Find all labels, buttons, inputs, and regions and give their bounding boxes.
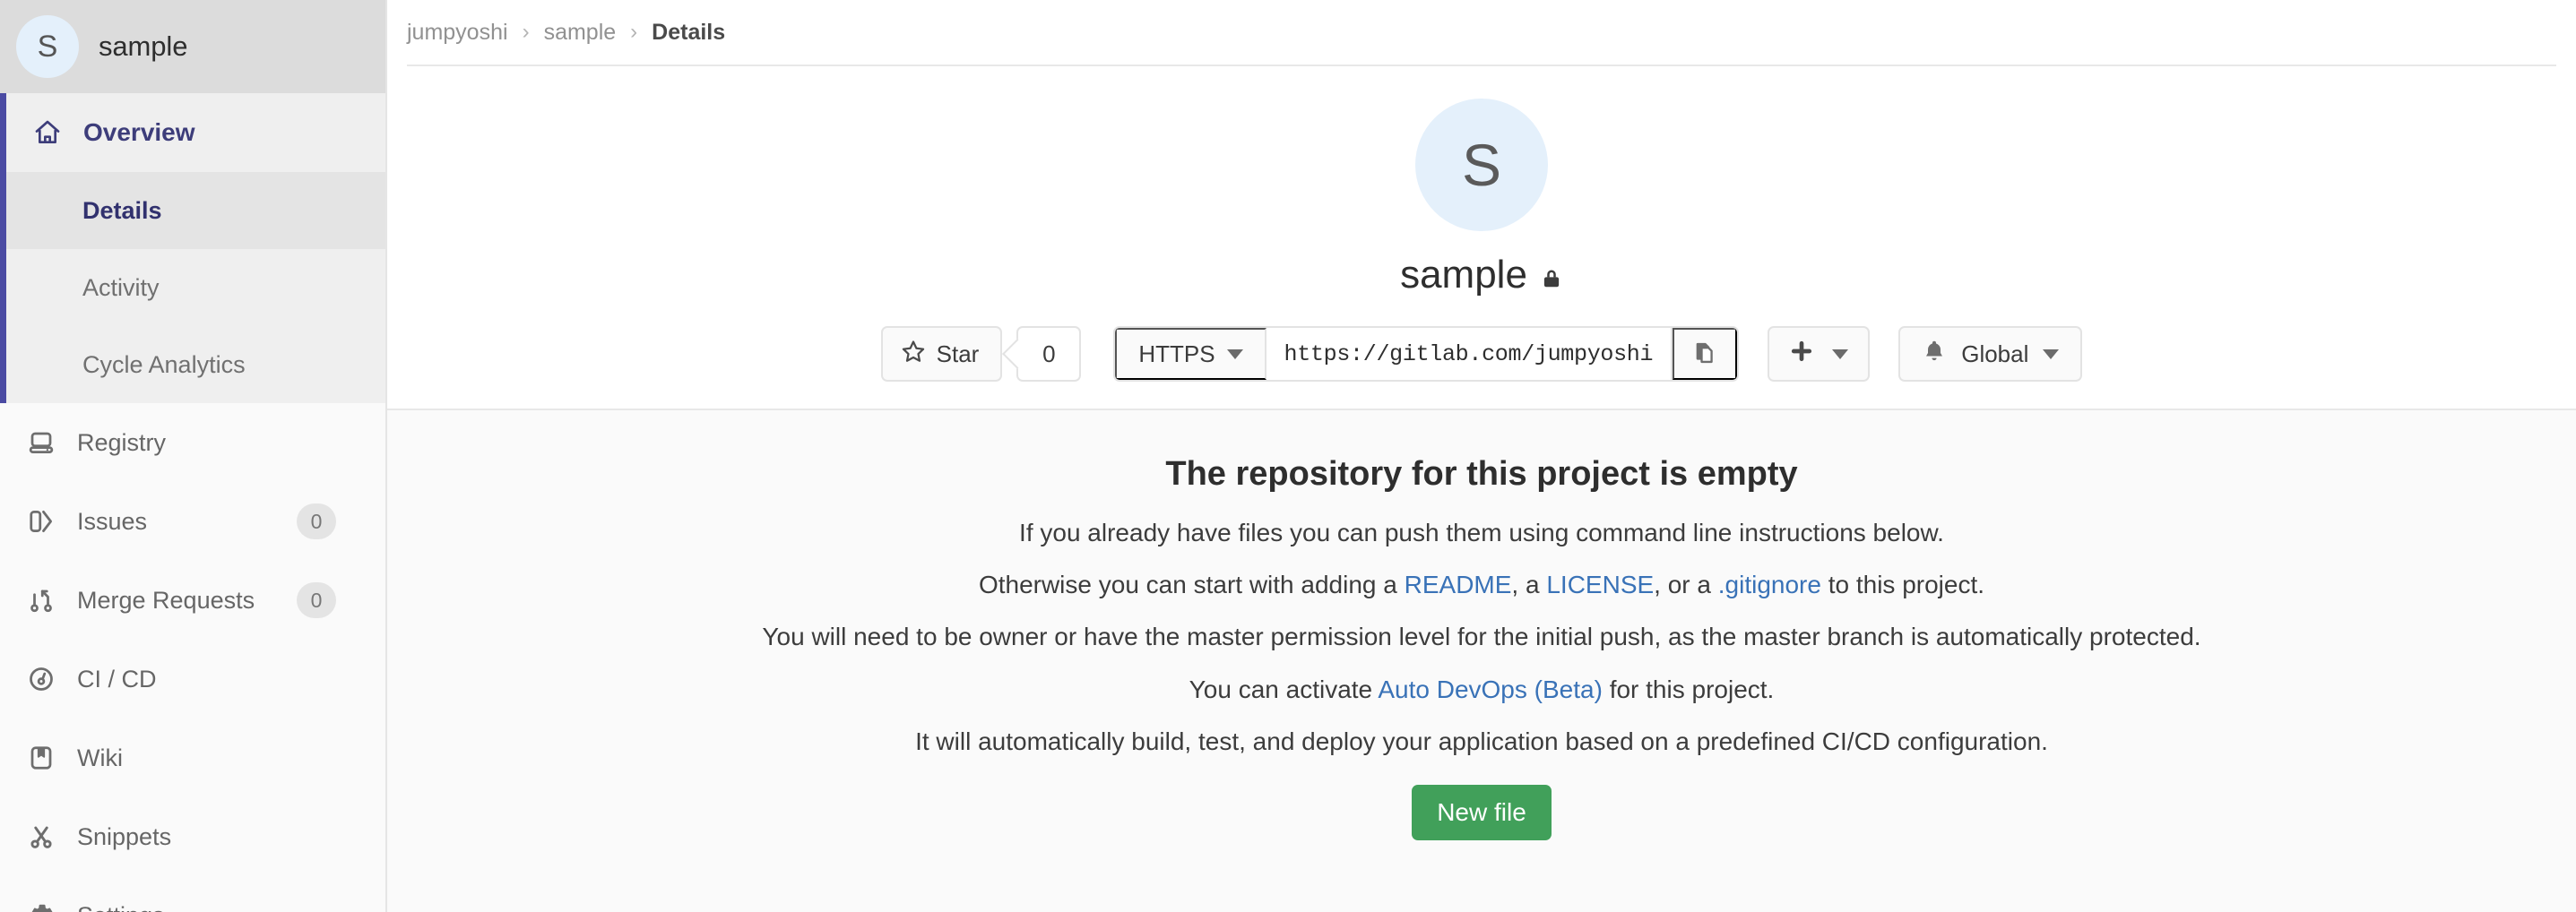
sidebar-item-label: CI / CD — [77, 666, 157, 693]
sidebar-item-settings[interactable]: Settings — [0, 876, 385, 912]
star-count[interactable]: 0 — [1016, 326, 1081, 382]
notification-dropdown-button[interactable]: Global — [1898, 326, 2082, 382]
breadcrumb-project-link[interactable]: sample — [544, 20, 617, 46]
sidebar-item-label: Issues — [77, 508, 147, 536]
line2-prefix: Otherwise you can start with adding a — [979, 571, 1405, 598]
line2-suffix: to this project. — [1821, 571, 1984, 598]
chevron-down-icon — [2043, 349, 2059, 359]
sidebar-item-snippets[interactable]: Snippets — [0, 797, 385, 876]
sidebar-item-label: Overview — [83, 118, 195, 147]
breadcrumb: jumpyoshi › sample › Details — [387, 0, 2576, 65]
license-link[interactable]: LICENSE — [1546, 571, 1654, 598]
sidebar-item-merge-requests[interactable]: Merge Requests 0 — [0, 561, 385, 640]
sidebar-item-label: Cycle Analytics — [82, 351, 246, 379]
sidebar-item-details[interactable]: Details — [6, 172, 385, 249]
line2-mid-2: , or a — [1654, 571, 1718, 598]
sidebar-project-avatar: S — [16, 15, 79, 78]
project-action-toolbar: Star 0 HTTPS https://gitlab.com/jumpyosh… — [881, 326, 2083, 382]
project-header: S sample Star — [387, 66, 2576, 409]
project-title-text: sample — [1400, 253, 1527, 297]
sidebar-item-overview[interactable]: Overview — [6, 93, 385, 172]
sidebar-item-label: Activity — [82, 274, 160, 302]
notification-label: Global — [1961, 340, 2028, 368]
sidebar-badge-issues: 0 — [297, 503, 336, 539]
chevron-down-icon — [1832, 349, 1848, 359]
project-sidebar: S sample Overview Details Activity — [0, 0, 387, 912]
sidebar-item-cycle-analytics[interactable]: Cycle Analytics — [6, 326, 385, 403]
main-content: jumpyoshi › sample › Details S sample — [387, 0, 2576, 912]
sidebar-item-label: Details — [82, 197, 162, 225]
bell-icon — [1922, 339, 1947, 370]
breadcrumb-group-link[interactable]: jumpyoshi — [407, 20, 508, 46]
line4-suffix: for this project. — [1603, 675, 1774, 703]
breadcrumb-current: Details — [652, 20, 725, 46]
line4-prefix: You can activate — [1189, 675, 1379, 703]
sidebar-item-label: Settings — [77, 902, 165, 912]
empty-state-line-3: You will need to be owner or have the ma… — [387, 623, 2576, 651]
gear-icon — [26, 900, 56, 912]
star-icon — [901, 339, 926, 370]
issues-icon — [26, 506, 56, 537]
empty-state-line-5: It will automatically build, test, and d… — [387, 727, 2576, 756]
breadcrumb-separator-icon: › — [616, 20, 652, 45]
star-button-label: Star — [937, 340, 980, 368]
sidebar-badge-merge-requests: 0 — [297, 582, 336, 618]
sidebar-project-header[interactable]: S sample — [0, 0, 385, 93]
readme-link[interactable]: README — [1405, 571, 1512, 598]
page-title: sample — [1400, 253, 1563, 297]
home-icon — [32, 117, 63, 148]
empty-state-line-2: Otherwise you can start with adding a RE… — [387, 571, 2576, 599]
clone-url-group: HTTPS https://gitlab.com/jumpyoshi — [1113, 326, 1739, 382]
sidebar-item-label: Merge Requests — [77, 587, 255, 615]
sidebar-item-issues[interactable]: Issues 0 — [0, 482, 385, 561]
registry-icon — [26, 427, 56, 458]
auto-devops-link[interactable]: Auto DevOps (Beta) — [1378, 675, 1603, 703]
empty-state-line-4: You can activate Auto DevOps (Beta) for … — [387, 675, 2576, 704]
sidebar-item-registry[interactable]: Registry — [0, 403, 385, 482]
empty-state-line-1: If you already have files you can push t… — [387, 519, 2576, 547]
scissors-icon — [26, 822, 56, 852]
breadcrumb-separator-icon: › — [508, 20, 544, 45]
gitignore-link[interactable]: .gitignore — [1718, 571, 1821, 598]
sidebar-overview-group: Overview Details Activity Cycle Analytic… — [0, 93, 385, 403]
empty-repository-panel: The repository for this project is empty… — [387, 409, 2576, 912]
clipboard-icon — [1692, 340, 1717, 369]
project-avatar: S — [1415, 99, 1548, 231]
clone-protocol-label: HTTPS — [1138, 340, 1215, 368]
clone-url-input[interactable]: https://gitlab.com/jumpyoshi — [1266, 328, 1673, 380]
star-button[interactable]: Star — [881, 326, 1003, 382]
line2-mid-1: , a — [1511, 571, 1546, 598]
book-icon — [26, 743, 56, 773]
empty-state-title: The repository for this project is empty — [387, 455, 2576, 494]
sidebar-item-label: Snippets — [77, 823, 171, 851]
copy-url-button[interactable] — [1673, 328, 1737, 380]
chevron-down-icon — [1227, 349, 1243, 359]
sidebar-item-label: Wiki — [77, 744, 123, 772]
lock-icon — [1540, 259, 1563, 291]
gitlab-project-page: S sample Overview Details Activity — [0, 0, 2576, 912]
merge-request-icon — [26, 585, 56, 615]
plus-icon — [1789, 339, 1814, 370]
clone-protocol-dropdown[interactable]: HTTPS — [1115, 328, 1266, 380]
new-file-button[interactable]: New file — [1412, 785, 1552, 840]
add-dropdown-button[interactable] — [1768, 326, 1870, 382]
sidebar-item-ci-cd[interactable]: CI / CD — [0, 640, 385, 718]
sidebar-item-wiki[interactable]: Wiki — [0, 718, 385, 797]
sidebar-item-label: Registry — [77, 429, 166, 457]
sidebar-item-activity[interactable]: Activity — [6, 249, 385, 326]
rocket-gauge-icon — [26, 664, 56, 694]
sidebar-project-name: sample — [99, 30, 187, 63]
